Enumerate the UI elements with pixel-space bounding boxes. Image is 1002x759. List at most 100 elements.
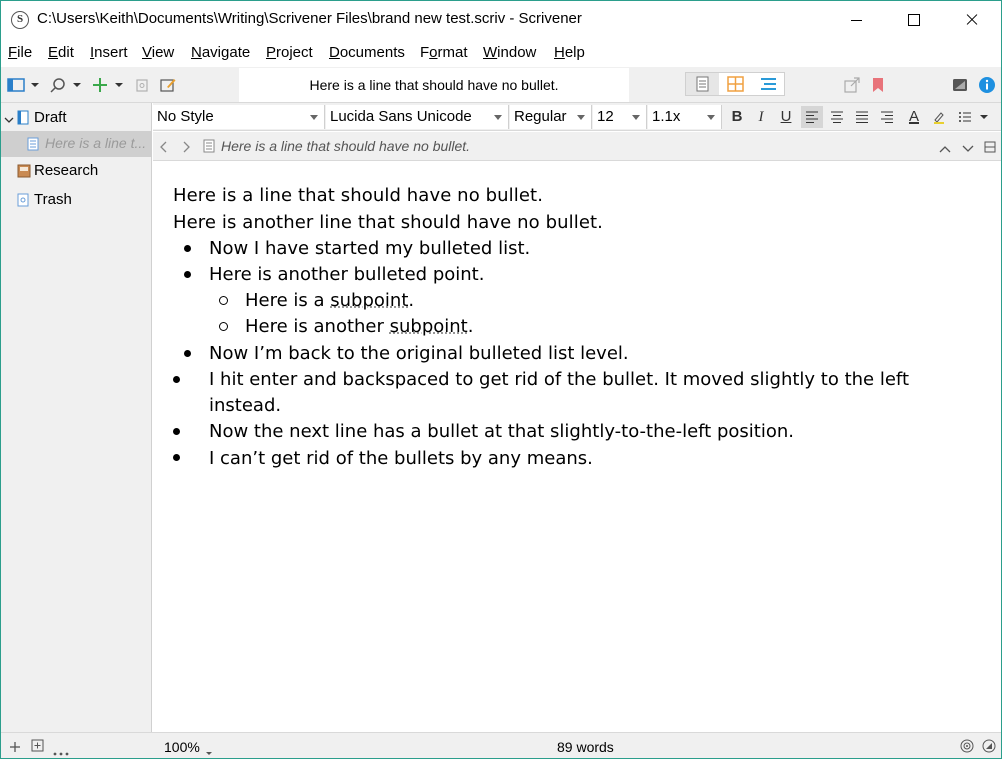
close-button[interactable] xyxy=(943,1,1001,39)
search-icon[interactable] xyxy=(49,76,67,94)
bullet-disc xyxy=(173,428,180,435)
scrivener-window: S C:\Users\Keith\Documents\Writing\Scriv… xyxy=(0,0,1002,759)
bookmark-icon[interactable] xyxy=(869,76,887,94)
next-document-chevron-down-icon[interactable] xyxy=(962,141,974,158)
menu-window[interactable]: Window xyxy=(483,44,536,61)
menu-project[interactable]: Project xyxy=(266,44,313,61)
info-icon[interactable] xyxy=(978,76,996,94)
binder-item-trash[interactable]: Trash xyxy=(1,187,152,213)
more-options-icon[interactable] xyxy=(53,743,69,758)
menu-access-key: D xyxy=(329,44,340,61)
main-toolbar: Here is a line that should have no bulle… xyxy=(1,67,1001,103)
add-icon[interactable] xyxy=(91,76,109,94)
zoom-chevron-down-icon[interactable] xyxy=(205,744,213,758)
bullet-line-continuation: instead. xyxy=(209,395,282,416)
highlight-icon[interactable] xyxy=(928,106,950,128)
align-justify-button[interactable] xyxy=(851,106,873,128)
underline-button[interactable]: U xyxy=(775,106,797,128)
corkboard-view-icon[interactable] xyxy=(719,73,752,95)
minimize-button[interactable] xyxy=(827,1,885,39)
split-editor-icon[interactable] xyxy=(984,140,996,157)
italic-button[interactable]: I xyxy=(750,106,772,128)
menu-access-key: V xyxy=(142,44,152,61)
list-bullets-icon[interactable] xyxy=(954,106,976,128)
window-title: C:\Users\Keith\Documents\Writing\Scriven… xyxy=(37,10,582,27)
binder-item-draft[interactable]: Draft xyxy=(1,105,152,131)
menu-access-key: N xyxy=(191,44,202,61)
bullet-line: Now I have started my bulleted list. xyxy=(209,238,531,259)
search-menu-chevron-down-icon[interactable] xyxy=(71,76,83,94)
align-justify-icon xyxy=(856,111,868,123)
format-bar: No Style Lucida Sans Unicode Regular 12 … xyxy=(153,103,1001,131)
menu-documents[interactable]: Documents xyxy=(329,44,405,61)
style-select[interactable]: No Style xyxy=(153,105,325,129)
binder-item-label: Draft xyxy=(34,109,67,126)
expand-chevron-down-icon[interactable] xyxy=(4,112,14,129)
menu-edit[interactable]: Edit xyxy=(48,44,74,61)
bold-button[interactable]: B xyxy=(726,106,748,128)
word-count: 89 words xyxy=(557,739,614,755)
menu-access-key: W xyxy=(483,44,498,61)
forward-chevron-right-icon[interactable] xyxy=(181,140,191,157)
target-icon[interactable] xyxy=(960,739,974,757)
font-size-value: 12 xyxy=(597,108,614,125)
binder-item-label: Here is a line t... xyxy=(45,135,147,151)
bullet-line: I can’t get rid of the bullets by any me… xyxy=(209,448,593,469)
scrivener-logo-icon: S xyxy=(11,11,29,29)
font-select-value: Lucida Sans Unicode xyxy=(330,108,472,125)
add-menu-chevron-down-icon[interactable] xyxy=(113,76,125,94)
binder-menu-chevron-down-icon[interactable] xyxy=(29,76,41,94)
text-span: Here is a xyxy=(245,290,331,311)
binder-item-document[interactable]: Here is a line t... xyxy=(1,131,152,157)
editor-text-area[interactable]: Here is a line that should have no bulle… xyxy=(153,162,1001,732)
align-right-button[interactable] xyxy=(876,106,898,128)
quick-reference-icon[interactable] xyxy=(159,76,177,94)
menu-format[interactable]: Format xyxy=(420,44,468,61)
menu-navigate[interactable]: Navigate xyxy=(191,44,250,61)
sub-bullet-line: Here is another subpoint. xyxy=(245,316,473,337)
chevron-down-icon xyxy=(632,115,640,120)
text-span: . xyxy=(467,316,474,337)
menu-access-key: o xyxy=(429,44,438,61)
font-size-select[interactable]: 12 xyxy=(593,105,647,129)
maximize-button[interactable] xyxy=(885,1,943,39)
previous-document-chevron-up-icon[interactable] xyxy=(939,141,951,158)
add-folder-icon[interactable] xyxy=(31,739,44,756)
resize-grip-icon[interactable] xyxy=(982,739,996,757)
share-icon[interactable] xyxy=(843,76,861,94)
toolbar-document-title: Here is a line that should have no bulle… xyxy=(239,68,629,102)
trash-icon xyxy=(17,192,29,211)
binder-toggle-icon[interactable] xyxy=(7,76,25,94)
scrivenings-view-icon[interactable] xyxy=(686,73,719,95)
trash-icon[interactable] xyxy=(133,76,151,94)
bullet-disc xyxy=(184,350,191,357)
back-chevron-left-icon[interactable] xyxy=(159,140,169,157)
chevron-down-icon xyxy=(310,115,318,120)
list-menu-chevron-down-icon[interactable] xyxy=(976,106,992,128)
line-spacing-select[interactable]: 1.1x xyxy=(648,105,722,129)
view-mode-group xyxy=(685,72,785,96)
menu-help[interactable]: Help xyxy=(554,44,585,61)
style-select-value: No Style xyxy=(157,108,214,125)
document-icon[interactable] xyxy=(203,139,215,157)
align-left-button[interactable] xyxy=(801,106,823,128)
header-document-title: Here is a line that should have no bulle… xyxy=(221,138,471,154)
menu-view[interactable]: View xyxy=(142,44,174,61)
inspector-compose-icon[interactable] xyxy=(951,76,969,94)
weight-select[interactable]: Regular xyxy=(510,105,592,129)
bullet-disc xyxy=(184,271,191,278)
menu-file[interactable]: File xyxy=(8,44,32,61)
menu-insert[interactable]: Insert xyxy=(90,44,128,61)
add-item-icon[interactable] xyxy=(9,740,21,757)
spellcheck-underlined-word: subpoint xyxy=(389,316,468,337)
zoom-level[interactable]: 100% xyxy=(164,739,200,755)
outliner-view-icon[interactable] xyxy=(752,73,785,95)
bullet-line: Here is another bulleted point. xyxy=(209,264,485,285)
spellcheck-underlined-word: subpoint xyxy=(330,290,409,311)
binder-item-research[interactable]: Research xyxy=(1,158,152,184)
text-span: . xyxy=(408,290,415,311)
text-color-button[interactable]: A xyxy=(903,106,925,128)
bullet-line: Now I’m back to the original bulleted li… xyxy=(209,343,629,364)
align-center-button[interactable] xyxy=(826,106,848,128)
font-select[interactable]: Lucida Sans Unicode xyxy=(326,105,509,129)
